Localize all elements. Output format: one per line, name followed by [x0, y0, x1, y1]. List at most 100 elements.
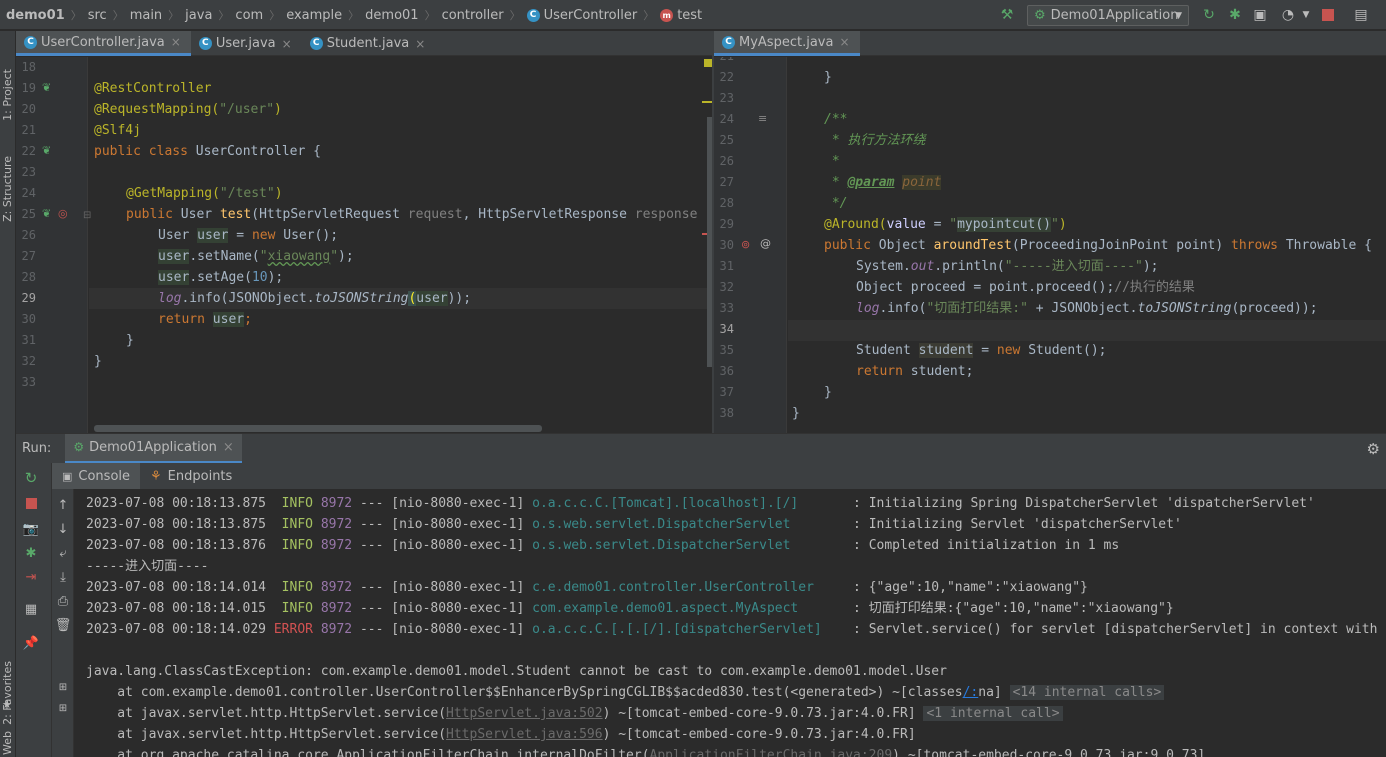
arrow-up-icon[interactable]: ↑ — [54, 497, 72, 515]
line-number: 20 — [21, 102, 36, 116]
breadcrumb-item[interactable]: UserController — [544, 8, 638, 23]
build-hammer-icon[interactable]: ⚒ — [998, 6, 1016, 24]
breadcrumb-item[interactable]: java — [185, 8, 212, 23]
code-text: (HttpServletRequest — [251, 207, 408, 222]
stop-icon[interactable] — [1322, 9, 1334, 21]
log-pid: 8972 — [320, 496, 353, 511]
source-link[interactable]: HttpServlet.java:502 — [446, 706, 603, 721]
code-string: "-----进入切面----" — [1004, 259, 1143, 274]
code-text: = — [973, 343, 997, 358]
log-pid: 8972 — [320, 580, 353, 595]
profile-icon[interactable]: ◔ — [1279, 6, 1297, 24]
tab-usercontroller[interactable]: C UserController.java × — [16, 31, 191, 56]
source-link[interactable]: HttpServlet.java:596 — [446, 727, 603, 742]
breadcrumb-item[interactable]: controller — [442, 8, 504, 23]
expand-icon[interactable]: ⊞ — [54, 700, 72, 718]
tab-endpoints[interactable]: ⚘ Endpoints — [140, 463, 242, 489]
internal-calls-badge[interactable]: <1 internal call> — [923, 706, 1063, 721]
line-number: 29 — [21, 291, 36, 305]
breadcrumb-item[interactable]: demo01 — [365, 8, 418, 23]
breadcrumb-item[interactable]: src — [88, 8, 107, 23]
log-thread: --- [nio-8080-exec-1] — [352, 622, 533, 637]
close-icon[interactable]: × — [171, 35, 181, 49]
code-doc-tag: @param — [847, 175, 895, 190]
tab-student[interactable]: C Student.java × — [302, 31, 436, 56]
pin-icon[interactable]: 📌 — [22, 635, 40, 653]
arrow-down-icon[interactable]: ↓ — [54, 521, 72, 539]
code-variable: user — [158, 249, 190, 264]
log-message: : Servlet.service() for servlet [dispatc… — [845, 622, 1378, 637]
annotation-marker-icon[interactable]: @ — [760, 237, 771, 250]
structure-tool-tab[interactable]: Z: Structure — [1, 156, 14, 222]
subtab-label: Console — [78, 468, 131, 484]
breadcrumb-item[interactable]: com — [235, 8, 263, 23]
code-keyword: public — [824, 238, 879, 253]
gear-icon[interactable]: ⚙ — [1367, 440, 1380, 458]
rerun-icon[interactable]: ↻ — [22, 469, 40, 487]
source-link[interactable]: /: — [963, 685, 979, 700]
aspect-advice-icon[interactable]: ⊚ — [741, 238, 750, 251]
tab-myaspect[interactable]: C MyAspect.java × — [714, 31, 860, 56]
code-editor-right[interactable]: 21 22 23 24 25 26 27 28 29 30 31 32 33 3… — [714, 57, 1386, 433]
debug-icon[interactable]: ✱ — [1226, 6, 1244, 24]
spring-bean-icon[interactable]: ❦ — [42, 207, 51, 220]
tab-console[interactable]: ▣ Console — [52, 463, 141, 489]
code-annotation: @GetMapping( — [126, 186, 220, 201]
log-line: 2023-07-08 00:18:14.014 INFO 8972 --- [n… — [86, 577, 1088, 598]
breadcrumb-item[interactable]: test — [677, 8, 702, 23]
breadcrumb-item[interactable]: main — [130, 8, 162, 23]
code-keyword: public class — [94, 144, 196, 159]
layout-icon[interactable]: ▦ — [22, 601, 40, 619]
rerun-icon[interactable]: ↻ — [1200, 6, 1218, 24]
favorites-tool-tab[interactable]: 2: Favorites — [1, 661, 14, 725]
code-comment: * — [824, 175, 848, 190]
breadcrumb-item[interactable]: example — [286, 8, 342, 23]
tab-user[interactable]: C User.java × — [191, 31, 302, 56]
debug-icon[interactable]: ✱ — [22, 545, 40, 563]
internal-calls-badge[interactable]: <14 internal calls> — [1009, 685, 1165, 700]
coverage-icon[interactable]: ▣ — [1251, 6, 1269, 24]
aspect-advice-icon[interactable]: ◎ — [58, 207, 68, 220]
close-icon[interactable]: × — [415, 37, 425, 51]
warning-marker[interactable] — [704, 59, 712, 67]
line-number: 31 — [719, 259, 734, 273]
scroll-to-end-icon[interactable]: ⤓ — [54, 569, 72, 587]
code-doc-param: point — [902, 175, 942, 190]
source-link[interactable]: ApplicationFilterChain.java:209 — [650, 748, 893, 757]
javadoc-icon[interactable]: ≡ — [758, 112, 767, 125]
close-icon[interactable]: × — [282, 37, 292, 51]
expand-icon[interactable]: ⊞ — [54, 679, 72, 697]
vertical-scrollbar[interactable] — [707, 117, 712, 367]
breadcrumb-item[interactable]: demo01 — [6, 8, 65, 23]
run-app-tab[interactable]: ⚙ Demo01Application × — [65, 433, 242, 464]
log-level: ERROR — [273, 622, 313, 637]
tab-label: Student.java — [326, 36, 410, 51]
print-icon[interactable]: ⎙ — [54, 593, 72, 611]
project-structure-icon[interactable]: ▤ — [1352, 6, 1370, 24]
stack-frame: at org.apache.catalina.core.ApplicationF… — [86, 745, 1205, 757]
stack-text: ) ~[tomcat-embed-core-9.0.73.jar:9.0.73] — [892, 748, 1206, 757]
code-annotation: @RestController — [94, 81, 212, 96]
close-icon[interactable]: × — [223, 440, 234, 455]
camera-icon[interactable]: 📷 — [22, 521, 40, 539]
code-text: ); — [267, 270, 284, 285]
log-line: 2023-07-08 00:18:13.875 INFO 8972 --- [n… — [86, 493, 1315, 514]
trash-icon[interactable]: 🗑 — [54, 617, 72, 635]
horizontal-scrollbar[interactable] — [94, 425, 542, 432]
spring-bean-icon[interactable]: ❦ — [42, 144, 51, 157]
close-icon[interactable]: × — [839, 35, 849, 49]
run-configuration-label: Demo01Application — [1050, 8, 1179, 23]
run-configuration-select[interactable]: ⚙ Demo01Application ▼ — [1027, 5, 1189, 26]
soft-wrap-icon[interactable]: ⤶ — [54, 545, 72, 563]
project-tool-tab[interactable]: 1: Project — [1, 69, 14, 121]
console-output[interactable]: 2023-07-08 00:18:13.875 INFO 8972 --- [n… — [74, 489, 1386, 757]
run-header: Run: ⚙ Demo01Application × ⚙ — [16, 433, 1386, 464]
spring-bean-icon[interactable]: ❦ — [42, 81, 51, 94]
chevron-down-icon[interactable]: ▼ — [1297, 6, 1315, 24]
fold-icon[interactable]: ⊟ — [83, 210, 91, 221]
web-tool-tab[interactable]: Web — [1, 731, 14, 755]
stop-icon[interactable] — [26, 498, 37, 509]
code-editor-left[interactable]: 18 19 20 21 22 23 24 25 26 27 28 29 30 3… — [16, 57, 712, 433]
error-stripe[interactable] — [702, 101, 712, 103]
exit-icon[interactable]: ⇥ — [22, 569, 40, 587]
